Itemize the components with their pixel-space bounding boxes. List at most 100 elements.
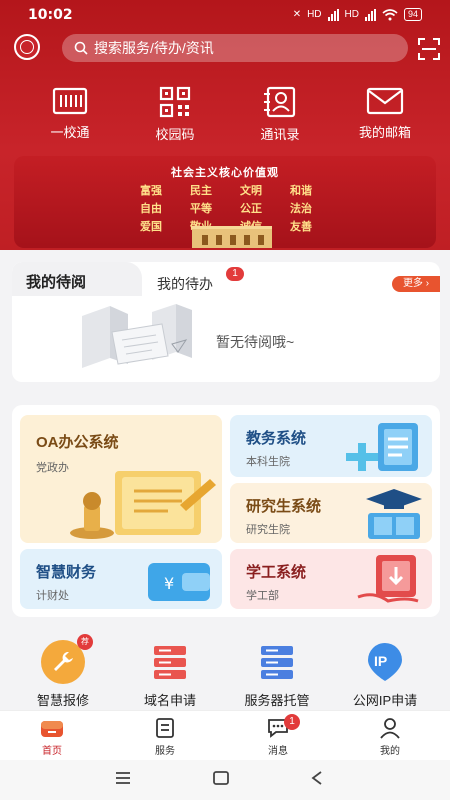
search-bar[interactable]: 搜索服务/待办/资讯	[62, 34, 408, 62]
building-illustration	[192, 226, 272, 248]
signal-icon-2	[364, 8, 376, 21]
tab-home[interactable]: 首页	[22, 717, 82, 757]
services-row: 荐 智慧报修 域名申请 服务器托管 IP 公网IP申请	[0, 634, 450, 710]
system-title: 学工系统	[246, 564, 307, 581]
todo-badge: 1	[226, 267, 244, 281]
value-item: 平等	[190, 202, 212, 215]
graduation-cap-icon	[366, 489, 422, 539]
education-doc-icon	[346, 423, 418, 471]
value-item: 友善	[290, 220, 312, 233]
value-item: 富强	[140, 184, 162, 197]
system-title: OA办公系统	[36, 434, 119, 451]
systems-grid: OA办公系统 党政办 教务系统 本科生院 研究生系统 研究生院 智慧财务 计财处…	[12, 405, 440, 617]
wrench-icon: 荐	[41, 634, 93, 684]
contacts-icon	[264, 86, 296, 118]
tab-service[interactable]: 服务	[135, 717, 195, 757]
search-placeholder: 搜索服务/待办/资讯	[94, 40, 214, 56]
ip-icon: IP	[363, 640, 407, 684]
tab-to-read[interactable]: 我的待阅	[12, 262, 142, 296]
tab-to-do[interactable]: 我的待办	[157, 274, 213, 294]
service-icon	[156, 718, 174, 738]
bottom-tab-bar: 首页 服务 1 消息 我的	[0, 710, 450, 760]
pending-card: 我的待阅 我的待办 1 更多 › 暂无待阅哦~	[12, 262, 440, 382]
system-title: 教务系统	[246, 430, 307, 447]
quick-action-contacts[interactable]: 通讯录	[235, 86, 325, 143]
system-subtitle: 学工部	[246, 590, 279, 602]
download-book-icon	[357, 555, 419, 603]
more-label: 更多	[402, 278, 423, 289]
system-subtitle: 研究生院	[246, 524, 290, 536]
tab-label: 首页	[42, 746, 62, 757]
battery-icon: 94	[403, 8, 422, 21]
system-title: 智慧财务	[36, 564, 97, 581]
system-graduate[interactable]: 研究生系统 研究生院	[230, 483, 432, 543]
system-nav-bar	[0, 760, 450, 800]
value-item: 爱国	[140, 220, 162, 233]
mail-icon	[366, 87, 404, 115]
quick-action-label: 一校通	[50, 125, 90, 140]
tab-label: 服务	[155, 746, 175, 757]
system-student-affairs[interactable]: 学工系统 学工部	[230, 549, 432, 609]
message-badge: 1	[284, 714, 300, 730]
network-label-2: HD	[344, 9, 359, 20]
service-domain-apply[interactable]: 域名申请	[115, 640, 225, 709]
recommend-badge: 荐	[77, 634, 93, 650]
document-stamp-icon	[70, 471, 216, 539]
core-values-banner[interactable]: 社会主义核心价值观 富强 民主 文明 和谐 自由 平等 公正 法治 爱国 敬业 …	[14, 156, 436, 248]
card-icon	[52, 87, 88, 115]
wallet-icon: ¥	[148, 563, 210, 601]
service-server-hosting[interactable]: 服务器托管	[222, 640, 332, 709]
value-item: 民主	[190, 184, 212, 197]
more-button[interactable]: 更多 ›	[392, 276, 440, 292]
wifi-icon	[382, 8, 398, 20]
status-bar: 10:02 ✕ HD HD 94	[0, 0, 450, 30]
banner-title: 社会主义核心价值观	[171, 166, 279, 179]
svg-text:IP: IP	[374, 653, 387, 669]
quick-action-mailbox[interactable]: 我的邮箱	[340, 86, 430, 141]
school-logo	[14, 34, 40, 60]
search-icon	[74, 41, 88, 55]
value-item: 自由	[140, 202, 162, 215]
scan-icon[interactable]	[418, 38, 440, 60]
server-icon	[255, 640, 299, 684]
server-rack-icon	[148, 640, 192, 684]
system-title: 研究生系统	[246, 498, 322, 515]
svg-text:¥: ¥	[164, 574, 174, 593]
mute-icon: ✕	[292, 9, 302, 20]
tab-label: 我的	[380, 746, 400, 757]
quick-action-label: 我的邮箱	[358, 125, 411, 140]
back-icon[interactable]	[310, 770, 324, 786]
service-label: 公网IP申请	[352, 693, 418, 708]
quick-actions: 一校通 校园码 通讯录 我的邮箱	[0, 86, 450, 146]
qr-code-icon	[159, 86, 191, 118]
service-label: 服务器托管	[244, 693, 310, 708]
value-item: 法治	[290, 202, 312, 215]
quick-action-campus-code[interactable]: 校园码	[130, 86, 220, 143]
home-square-icon[interactable]	[212, 770, 230, 786]
status-icons: ✕ HD HD 94	[293, 8, 422, 21]
quick-action-label: 校园码	[155, 127, 195, 142]
status-time: 10:02	[28, 7, 73, 23]
empty-illustration-icon	[82, 304, 192, 368]
quick-action-label: 通讯录	[260, 127, 300, 142]
quick-action-campus-card[interactable]: 一校通	[25, 86, 115, 141]
empty-message: 暂无待阅哦~	[216, 334, 295, 350]
system-finance[interactable]: 智慧财务 计财处 ¥	[20, 549, 222, 609]
system-academic[interactable]: 教务系统 本科生院	[230, 415, 432, 477]
value-item: 公正	[240, 202, 262, 215]
system-subtitle: 计财处	[36, 590, 69, 602]
header: 10:02 ✕ HD HD 94 搜索服务/待办/资讯 一校通 校园码 通讯录 …	[0, 0, 450, 250]
home-icon	[41, 721, 63, 737]
system-subtitle: 本科生院	[246, 456, 290, 468]
menu-icon[interactable]	[114, 770, 132, 786]
network-label-1: HD	[307, 9, 322, 20]
service-repair[interactable]: 荐 智慧报修	[8, 634, 118, 709]
value-item: 和谐	[290, 184, 312, 197]
system-oa[interactable]: OA办公系统 党政办	[20, 415, 222, 543]
tab-profile[interactable]: 我的	[360, 717, 420, 757]
service-label: 智慧报修	[36, 693, 89, 708]
service-label: 域名申请	[143, 693, 196, 708]
value-item: 文明	[240, 184, 262, 197]
service-public-ip[interactable]: IP 公网IP申请	[330, 640, 440, 709]
tab-messages[interactable]: 1 消息	[248, 714, 308, 757]
